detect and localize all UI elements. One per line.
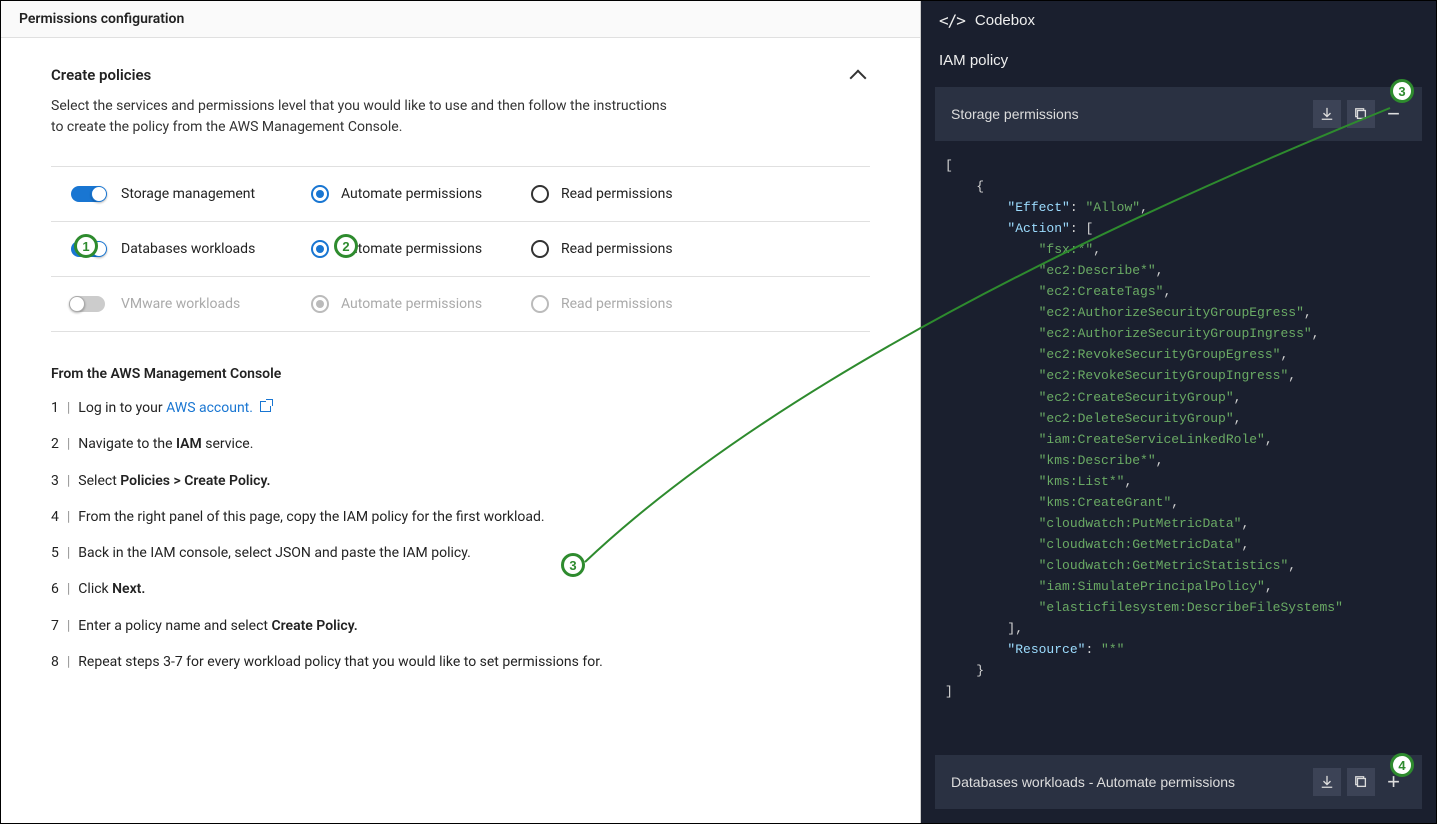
step-3: 3| Select Policies > Create Policy.	[51, 471, 870, 491]
step-6: 6| Click Next.	[51, 579, 870, 599]
radio-label: Read permissions	[561, 186, 673, 202]
create-policies-title: Create policies	[51, 66, 151, 84]
step-8: 8| Repeat steps 3-7 for every workload p…	[51, 652, 870, 672]
radio-label: Automate permissions	[341, 241, 482, 257]
radio-storage-read[interactable]	[531, 185, 549, 203]
code-icon: </>	[939, 11, 965, 30]
copy-icon[interactable]	[1347, 768, 1375, 796]
service-label: Databases workloads	[121, 241, 255, 257]
callout-3a: 3	[561, 553, 585, 577]
service-label: Storage management	[121, 186, 255, 202]
radio-databases-read[interactable]	[531, 240, 549, 258]
iam-policy-title: IAM policy	[921, 40, 1436, 87]
callout-4: 4	[1390, 753, 1414, 777]
service-row-vmware: VMware workloads Automate permissions Re…	[51, 276, 870, 332]
download-icon[interactable]	[1313, 100, 1341, 128]
panel-header: Permissions configuration	[1, 1, 920, 38]
permissions-panel: Permissions configuration Create policie…	[1, 1, 921, 823]
panel-content: Create policies Select the services and …	[1, 38, 920, 823]
radio-label: Automate permissions	[341, 186, 482, 202]
toggle-storage[interactable]	[71, 186, 105, 202]
callout-1: 1	[74, 234, 98, 258]
step-1: 1| Log in to your AWS account.	[51, 398, 870, 418]
radio-label: Read permissions	[561, 296, 673, 312]
codebox-panel: </> Codebox IAM policy Storage permissio…	[921, 1, 1436, 823]
codebox-header: </> Codebox	[921, 1, 1436, 40]
step-4: 4| From the right panel of this page, co…	[51, 507, 870, 527]
collapse-icon[interactable]: −	[1381, 101, 1406, 127]
callout-2: 2	[334, 234, 358, 258]
create-policies-description: Select the services and permissions leve…	[51, 96, 870, 138]
step-7: 7| Enter a policy name and select Create…	[51, 616, 870, 636]
radio-storage-automate[interactable]	[311, 185, 329, 203]
service-row-storage: Storage management Automate permissions …	[51, 166, 870, 221]
radio-databases-automate[interactable]	[311, 240, 329, 258]
chevron-up-icon[interactable]	[852, 66, 870, 84]
external-link-icon	[260, 401, 271, 412]
service-row-databases: Databases workloads Automate permissions…	[51, 221, 870, 276]
radio-label: Automate permissions	[341, 296, 482, 312]
step-5: 5| Back in the IAM console, select JSON …	[51, 543, 870, 563]
databases-workloads-bar: Databases workloads - Automate permissio…	[935, 755, 1422, 809]
radio-vmware-read	[531, 295, 549, 313]
instructions-header: From the AWS Management Console	[51, 366, 870, 382]
radio-label: Read permissions	[561, 241, 673, 257]
code-block[interactable]: [ { "Effect": "Allow", "Action": [ "fsx:…	[935, 149, 1422, 741]
step-2: 2| Navigate to the IAM service.	[51, 434, 870, 454]
storage-permissions-bar: Storage permissions −	[935, 87, 1422, 141]
service-label: VMware workloads	[121, 296, 240, 312]
toggle-vmware[interactable]	[71, 296, 105, 312]
download-icon[interactable]	[1313, 768, 1341, 796]
radio-vmware-automate	[311, 295, 329, 313]
copy-icon[interactable]	[1347, 100, 1375, 128]
service-list: Storage management Automate permissions …	[51, 166, 870, 332]
callout-3b: 3	[1390, 79, 1414, 103]
aws-account-link[interactable]: AWS account.	[166, 400, 253, 416]
